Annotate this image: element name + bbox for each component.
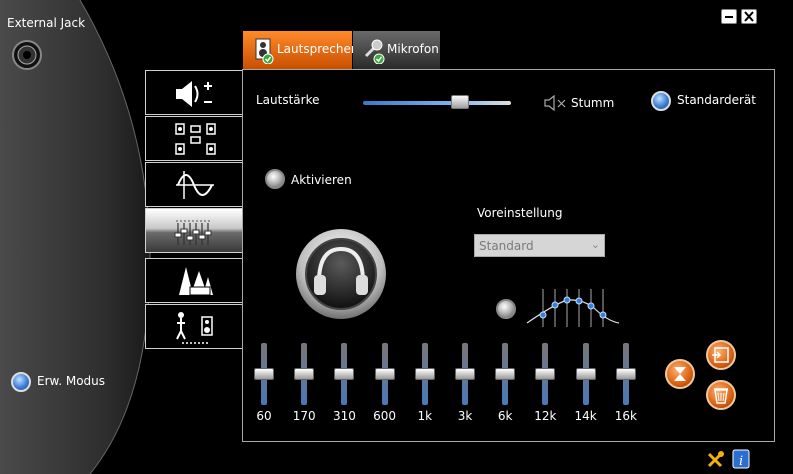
tab-microphone-label: Mikrofon: [387, 42, 439, 56]
nav-speaker-layout[interactable]: [145, 116, 243, 161]
volume-slider-thumb[interactable]: [451, 95, 470, 109]
headphones-icon[interactable]: [294, 227, 388, 321]
realtek-audio-manager-window: External Jack Lautsprecher Mikrofon Laut…: [0, 0, 793, 474]
equalizer-icon: [174, 220, 212, 245]
tools-icon[interactable]: [706, 449, 726, 469]
minimize-button[interactable]: [721, 9, 737, 24]
minimize-icon: [725, 16, 733, 18]
trash-icon: [714, 388, 728, 404]
save-preset-button[interactable]: [706, 340, 736, 370]
enable-eq-label: Aktivieren: [291, 173, 352, 187]
eq-band-label: 60: [256, 409, 272, 423]
eq-slider-14k[interactable]: [575, 343, 596, 405]
eq-band-label: 12k: [534, 409, 557, 423]
preset-select[interactable]: Standard ⌄: [474, 234, 605, 257]
eq-curve-icon: [526, 289, 620, 327]
advanced-mode-label: Erw. Modus: [37, 374, 106, 388]
environment-icon: [179, 267, 213, 296]
eq-slider-16k[interactable]: [615, 343, 636, 405]
reset-icon: [674, 367, 686, 381]
eq-slider-170[interactable]: [294, 343, 315, 405]
eq-band-label: 1k: [417, 409, 433, 423]
speaker-volume-icon: [176, 81, 212, 107]
speaker-icon: [255, 38, 274, 64]
delete-preset-button[interactable]: [706, 380, 736, 410]
eq-slider-60[interactable]: [254, 343, 274, 405]
nav-environment[interactable]: [145, 258, 243, 303]
svg-text:i: i: [739, 454, 743, 469]
tab-microphone[interactable]: Mikrofon: [353, 31, 440, 69]
nav-room-correction[interactable]: [145, 304, 243, 349]
mute-label: Stumm: [571, 96, 615, 110]
eq-slider-3k[interactable]: [455, 343, 475, 405]
nav-sound-effects[interactable]: [145, 162, 243, 207]
volume-slider-track[interactable]: [363, 101, 511, 105]
eq-slider-thumb[interactable]: [334, 368, 355, 380]
volume-label: Lautstärke: [256, 93, 320, 107]
save-icon: [712, 347, 729, 363]
eq-slider-thumb[interactable]: [575, 368, 596, 380]
eq-band-label: 14k: [574, 409, 597, 423]
eq-slider-thumb[interactable]: [294, 368, 315, 380]
close-icon: [744, 11, 754, 22]
default-device-button[interactable]: [651, 91, 671, 111]
default-device-label: Standarderät: [677, 93, 756, 107]
eq-slider-310[interactable]: [334, 343, 355, 405]
waveform-icon: [176, 171, 214, 199]
mute-speaker-icon[interactable]: [543, 95, 569, 111]
graph-toggle-button[interactable]: [496, 299, 516, 319]
eq-band-label: 170: [292, 409, 316, 423]
room-correction-icon: [176, 312, 213, 344]
advanced-mode-toggle[interactable]: [11, 372, 31, 392]
eq-slider-thumb[interactable]: [254, 368, 274, 380]
eq-slider-thumb[interactable]: [374, 368, 395, 380]
eq-band-label: 3k: [457, 409, 473, 423]
preset-select-value: Standard: [479, 239, 534, 253]
nav-speaker-config[interactable]: [145, 70, 243, 115]
microphone-icon: [364, 39, 385, 64]
reset-eq-button[interactable]: [665, 359, 695, 389]
audio-jack-icon[interactable]: [12, 40, 42, 70]
tab-speakers[interactable]: Lautsprecher: [243, 31, 356, 69]
eq-band-label: 310: [332, 409, 356, 423]
info-icon[interactable]: i: [732, 449, 750, 469]
close-button[interactable]: [741, 9, 757, 24]
eq-slider-600[interactable]: [374, 343, 395, 405]
surround-speakers-icon: [175, 123, 216, 155]
eq-slider-thumb[interactable]: [414, 368, 435, 380]
eq-slider-thumb[interactable]: [615, 368, 636, 380]
eq-band-label: 600: [373, 409, 397, 423]
eq-slider-12k[interactable]: [535, 343, 556, 405]
eq-slider-thumb[interactable]: [495, 368, 516, 380]
eq-slider-thumb[interactable]: [455, 368, 475, 380]
eq-slider-thumb[interactable]: [535, 368, 556, 380]
chevron-down-icon: ⌄: [590, 238, 600, 251]
preset-label: Voreinstellung: [477, 206, 563, 220]
external-jack-label: External Jack: [7, 16, 86, 30]
eq-slider-6k[interactable]: [495, 343, 516, 405]
eq-band-label: 6k: [497, 409, 513, 423]
enable-eq-toggle[interactable]: [265, 169, 285, 189]
eq-slider-1k[interactable]: [414, 343, 435, 405]
tab-speakers-label: Lautsprecher: [277, 42, 356, 56]
eq-band-label: 16k: [614, 409, 637, 423]
nav-equalizer[interactable]: [145, 208, 243, 253]
